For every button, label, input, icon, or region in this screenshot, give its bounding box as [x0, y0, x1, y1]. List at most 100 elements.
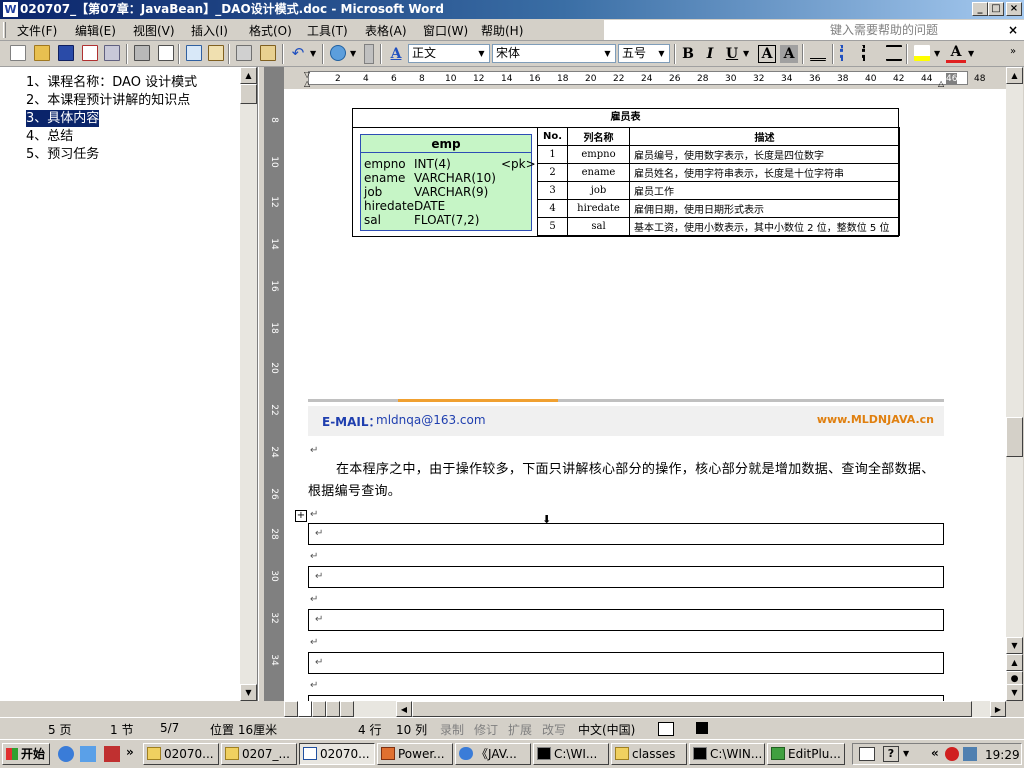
open-folder-icon[interactable] [34, 45, 50, 61]
menu-grip[interactable] [3, 22, 6, 38]
docmap-item-course-name[interactable]: 1、课程名称：DAO 设计模式 [26, 74, 197, 91]
hanging-indent-marker[interactable]: △ [304, 79, 310, 88]
status-extend[interactable]: 扩展 [508, 721, 532, 738]
table-move-handle-icon[interactable]: + [295, 510, 307, 522]
normal-view-icon[interactable] [284, 701, 298, 717]
character-shading-button[interactable]: A [780, 45, 798, 63]
help-tray-icon[interactable]: ? [883, 746, 899, 762]
status-overtype[interactable]: 改写 [542, 721, 566, 738]
document-page[interactable]: emp empno INT(4) <pk> ename VARCHAR(10) … [284, 89, 1006, 701]
right-indent-marker[interactable]: △ [938, 79, 944, 88]
undo-icon[interactable]: ↶ [290, 45, 306, 61]
status-track-changes[interactable]: 修订 [474, 721, 498, 738]
print-view-icon[interactable] [312, 701, 326, 717]
font-select[interactable]: 宋体 ▼ [492, 44, 616, 63]
highlight-dropdown-icon[interactable]: ▼ [934, 49, 940, 58]
task-button-word[interactable]: 02070... [299, 743, 375, 765]
docmap-scrollbar[interactable]: ▲ ▼ [240, 67, 257, 701]
task-button-browser[interactable]: 《JAV... [455, 743, 531, 765]
next-page-icon[interactable]: ▼ [1006, 684, 1023, 701]
status-column[interactable]: 10 列 [396, 721, 427, 738]
task-button-folder-2[interactable]: 0207_... [221, 743, 297, 765]
title-bar[interactable]: W 020707_【第07章：JavaBean】_DAO设计模式.doc - M… [0, 0, 1024, 19]
status-language[interactable]: 中文(中国) [578, 721, 635, 738]
new-document-icon[interactable] [10, 45, 26, 61]
empty-table-cell[interactable]: ↵ [308, 566, 944, 588]
permission-icon[interactable] [82, 45, 98, 61]
character-border-button[interactable]: A [758, 45, 776, 63]
docmap-scroll-thumb[interactable] [240, 84, 257, 104]
font-color-dropdown-icon[interactable]: ▼ [968, 49, 974, 58]
word-app-icon[interactable]: W [3, 2, 18, 17]
numbering-icon[interactable] [840, 45, 856, 61]
docmap-item-summary[interactable]: 4、总结 [26, 128, 73, 145]
spelling-status-icon[interactable] [658, 722, 674, 736]
globe-dropdown-icon[interactable]: ▼ [350, 49, 356, 58]
horizontal-scrollbar[interactable]: ◀ ▶ [284, 701, 1006, 717]
keyboard-icon[interactable] [859, 747, 875, 761]
web-view-icon[interactable] [298, 701, 312, 717]
scroll-left-icon[interactable]: ◀ [396, 701, 412, 717]
toolbar-chevron-icon[interactable] [364, 44, 374, 64]
quicklaunch-more-icon[interactable]: » [126, 745, 134, 759]
task-button-cmd-1[interactable]: C:\WI... [533, 743, 609, 765]
status-section[interactable]: 1 节 [110, 721, 133, 738]
maximize-button[interactable]: □ [988, 2, 1004, 16]
chevron-down-icon[interactable]: ▼ [601, 46, 614, 61]
cut-icon[interactable] [236, 45, 252, 61]
undo-dropdown-icon[interactable]: ▼ [310, 49, 316, 58]
scroll-down-icon[interactable]: ▼ [1006, 637, 1023, 654]
menu-insert[interactable]: 插入(I) [191, 22, 228, 39]
close-button[interactable]: × [1006, 2, 1022, 16]
close-document-button[interactable]: × [1008, 23, 1018, 37]
task-button-editplus[interactable]: EditPlu... [767, 743, 845, 765]
horizontal-ruler[interactable]: L 2 4 6 8 10 12 14 16 18 20 22 24 26 28 … [266, 67, 1006, 89]
scroll-up-icon[interactable]: ▲ [1006, 67, 1023, 84]
empty-table-cell[interactable]: ↵ [308, 523, 944, 545]
bullets-icon[interactable] [862, 45, 878, 61]
indent-icon[interactable] [886, 45, 902, 61]
empty-table-cell[interactable]: ↵ [308, 609, 944, 631]
web-globe-icon[interactable] [330, 45, 346, 61]
chevron-down-icon[interactable]: ▼ [475, 46, 488, 61]
print-icon[interactable] [134, 45, 150, 61]
scroll-right-icon[interactable]: ▶ [990, 701, 1006, 717]
document-scrollbar[interactable]: ▲ ▼ ▲ ● ▼ [1006, 67, 1023, 701]
menu-tools[interactable]: 工具(T) [307, 22, 348, 39]
status-page-of[interactable]: 5/7 [160, 721, 179, 735]
previous-page-icon[interactable]: ▲ [1006, 654, 1023, 671]
toolbar-options-icon[interactable]: » [1010, 46, 1016, 57]
document-scroll-thumb[interactable] [1006, 417, 1023, 457]
task-button-cmd-2[interactable]: C:\WIN... [689, 743, 765, 765]
paste-icon[interactable] [260, 45, 276, 61]
font-color-button[interactable]: A [946, 44, 966, 63]
save-icon[interactable] [58, 45, 74, 61]
scroll-down-icon[interactable]: ▼ [240, 684, 257, 701]
menu-format[interactable]: 格式(O) [249, 22, 292, 39]
research-icon[interactable] [208, 45, 224, 61]
styles-pane-icon[interactable]: A [386, 44, 406, 64]
empty-table-cell[interactable]: ↵ [308, 652, 944, 674]
status-record[interactable]: 录制 [440, 721, 464, 738]
horizontal-scroll-thumb[interactable] [412, 701, 972, 717]
docmap-item-preview-task[interactable]: 5、预习任务 [26, 146, 99, 163]
first-line-indent-marker[interactable]: ▽ [304, 70, 310, 79]
highlight-icon[interactable] [914, 45, 930, 61]
docmap-item-knowledge-points[interactable]: 2、本课程预计讲解的知识点 [26, 92, 190, 109]
tray-expand-icon[interactable]: « [931, 746, 939, 760]
italic-button[interactable]: I [700, 44, 720, 64]
email-icon[interactable] [104, 45, 120, 61]
recorder-tray-icon[interactable] [945, 747, 959, 761]
macro-status-icon[interactable] [696, 722, 708, 734]
task-button-powerpoint[interactable]: Power... [377, 743, 453, 765]
minimize-button[interactable]: _ [972, 2, 988, 16]
underline-dropdown-icon[interactable]: ▼ [743, 49, 749, 58]
start-button[interactable]: 开始 [2, 743, 50, 765]
menu-window[interactable]: 窗口(W) [423, 22, 468, 39]
chevron-down-icon[interactable]: ▼ [655, 46, 668, 61]
menu-view[interactable]: 视图(V) [133, 22, 175, 39]
tray-dropdown-icon[interactable]: ▼ [903, 749, 909, 758]
network-tray-icon[interactable] [963, 747, 977, 761]
status-position[interactable]: 位置 16厘米 [210, 721, 277, 738]
font-size-select[interactable]: 五号 ▼ [618, 44, 670, 63]
